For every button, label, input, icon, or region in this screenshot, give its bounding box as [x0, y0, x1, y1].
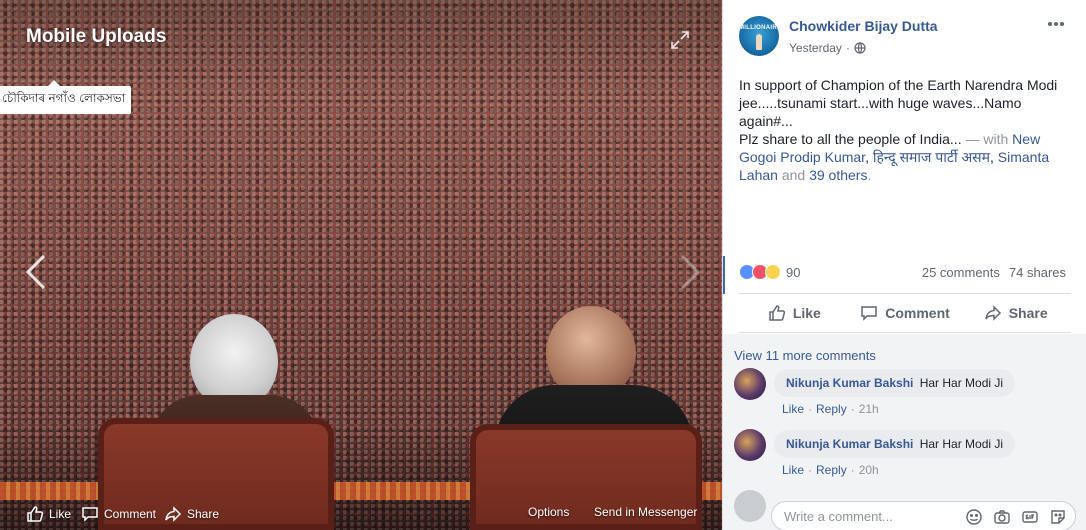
viewer-comment-label: Comment — [104, 507, 157, 521]
comments-count[interactable]: 25 comments — [922, 265, 1000, 280]
like-button[interactable]: Like — [739, 294, 850, 332]
avatar-text: MILLIONAIRE — [739, 25, 779, 31]
viewer-comment-button[interactable]: Comment — [81, 505, 156, 523]
haha-reaction-icon — [765, 264, 781, 280]
post-panel: MILLIONAIRE Chowkider Bijay Dutta Yester… — [722, 0, 1086, 530]
viewer-options-button[interactable]: Options — [528, 505, 569, 519]
post-timestamp: Yesterday · — [789, 41, 866, 55]
like-label: Like — [792, 305, 821, 321]
share-icon — [165, 506, 182, 522]
photo-viewer[interactable]: Mobile Uploads চৌকিদাৰ নগাঁও লোকসভা Like… — [0, 0, 722, 530]
viewer-like-label: Like — [49, 507, 72, 521]
viewer-action-bar: Like Comment Share Options Send in Messe… — [0, 484, 722, 530]
tag-sep-1: , — [865, 149, 873, 165]
comment-attach-icons — [965, 508, 1067, 526]
commenter-name[interactable]: Nikunja Kumar Bakshi — [786, 437, 913, 451]
shares-count[interactable]: 74 shares — [1009, 265, 1066, 280]
post-text: In support of Champion of the Earth Nare… — [739, 76, 1069, 184]
comment-text: Har Har Modi Ji — [919, 376, 1004, 390]
comment-age[interactable]: 20h — [859, 463, 879, 477]
author-name[interactable]: Chowkider Bijay Dutta — [789, 18, 938, 34]
comment-meta: Like · Reply · 21h — [782, 402, 879, 416]
post-text-main: In support of Champion of the Earth Nare… — [739, 77, 1058, 129]
panel-accent — [723, 256, 725, 294]
camera-icon[interactable] — [993, 508, 1011, 526]
comment-reply-link[interactable]: Reply — [816, 402, 847, 416]
smiley-icon[interactable] — [965, 508, 983, 526]
globe-icon[interactable] — [854, 42, 866, 54]
view-more-comments-link[interactable]: View 11 more comments — [734, 348, 876, 363]
comment-meta: Like · Reply · 20h — [782, 463, 879, 477]
reaction-count: 90 — [786, 264, 801, 280]
commenter-name[interactable]: Nikunja Kumar Bakshi — [786, 376, 913, 390]
write-comment-input[interactable] — [784, 509, 954, 524]
author-avatar[interactable]: MILLIONAIRE — [739, 16, 779, 56]
viewer-like-button[interactable]: Like — [26, 505, 71, 523]
viewer-share-label: Share — [187, 507, 220, 521]
send-in-messenger-button[interactable]: Send in Messenger — [594, 505, 697, 519]
comment-reply-link[interactable]: Reply — [816, 463, 847, 477]
comment-age[interactable]: 21h — [859, 402, 879, 416]
comment-button[interactable]: Comment — [850, 294, 961, 332]
post-text-share: Plz share to all the people of India... — [739, 131, 962, 147]
comment-text: Har Har Modi Ji — [919, 437, 1004, 451]
comments-section: View 11 more comments Nikunja Kumar Baks… — [723, 334, 1086, 530]
chevron-left-icon[interactable] — [22, 252, 50, 292]
time-separator: · — [845, 41, 850, 55]
chevron-right-icon[interactable] — [676, 252, 704, 292]
comment-icon — [82, 507, 98, 522]
others-link[interactable]: 39 others — [809, 167, 867, 183]
photo-tag-label[interactable]: চৌকিদাৰ নগাঁও লোকসভা — [0, 80, 132, 114]
post-stats: 25 comments 74 shares — [922, 265, 1066, 280]
and-text: and — [777, 167, 810, 183]
with-prefix: — with — [961, 131, 1013, 147]
more-icon[interactable] — [1047, 20, 1065, 28]
reactions-summary[interactable]: 90 — [739, 264, 800, 280]
sticker-icon[interactable] — [1049, 508, 1067, 526]
comment-bubble: Nikunja Kumar Bakshi Har Har Modi Ji — [774, 430, 1016, 458]
avatar-figure — [756, 34, 762, 50]
current-user-avatar — [734, 490, 766, 522]
share-label: Share — [1008, 305, 1048, 321]
post-time-text[interactable]: Yesterday — [789, 41, 842, 55]
tag-sep-2: , — [990, 149, 998, 165]
comment-like-link[interactable]: Like — [782, 402, 804, 416]
post-text-line2: Plz share to all the people of India... … — [739, 130, 1069, 184]
expand-icon[interactable] — [670, 30, 690, 50]
commenter-avatar[interactable] — [734, 429, 766, 461]
gif-icon[interactable] — [1021, 508, 1039, 526]
thumbs-up-icon — [769, 305, 785, 321]
comment-label: Comment — [885, 305, 950, 321]
comment-bubble: Nikunja Kumar Bakshi Har Har Modi Ji — [774, 369, 1016, 397]
thumbs-up-icon — [27, 506, 44, 522]
share-button[interactable]: Share — [960, 294, 1071, 332]
write-comment-box[interactable] — [771, 501, 1076, 530]
comment-icon — [861, 306, 877, 321]
post-actions: Like Comment Share — [739, 293, 1071, 333]
app-root: Mobile Uploads চৌকিদাৰ নগাঁও লোকসভা Like… — [0, 0, 1086, 530]
share-icon — [984, 305, 1001, 321]
tag-link-2[interactable]: हिन्दू समाज पार्टी असम — [873, 149, 990, 165]
album-title[interactable]: Mobile Uploads — [26, 26, 166, 48]
viewer-share-button[interactable]: Share — [164, 505, 219, 523]
commenter-avatar[interactable] — [734, 368, 766, 400]
text-end: . — [867, 167, 872, 183]
comment-like-link[interactable]: Like — [782, 463, 804, 477]
